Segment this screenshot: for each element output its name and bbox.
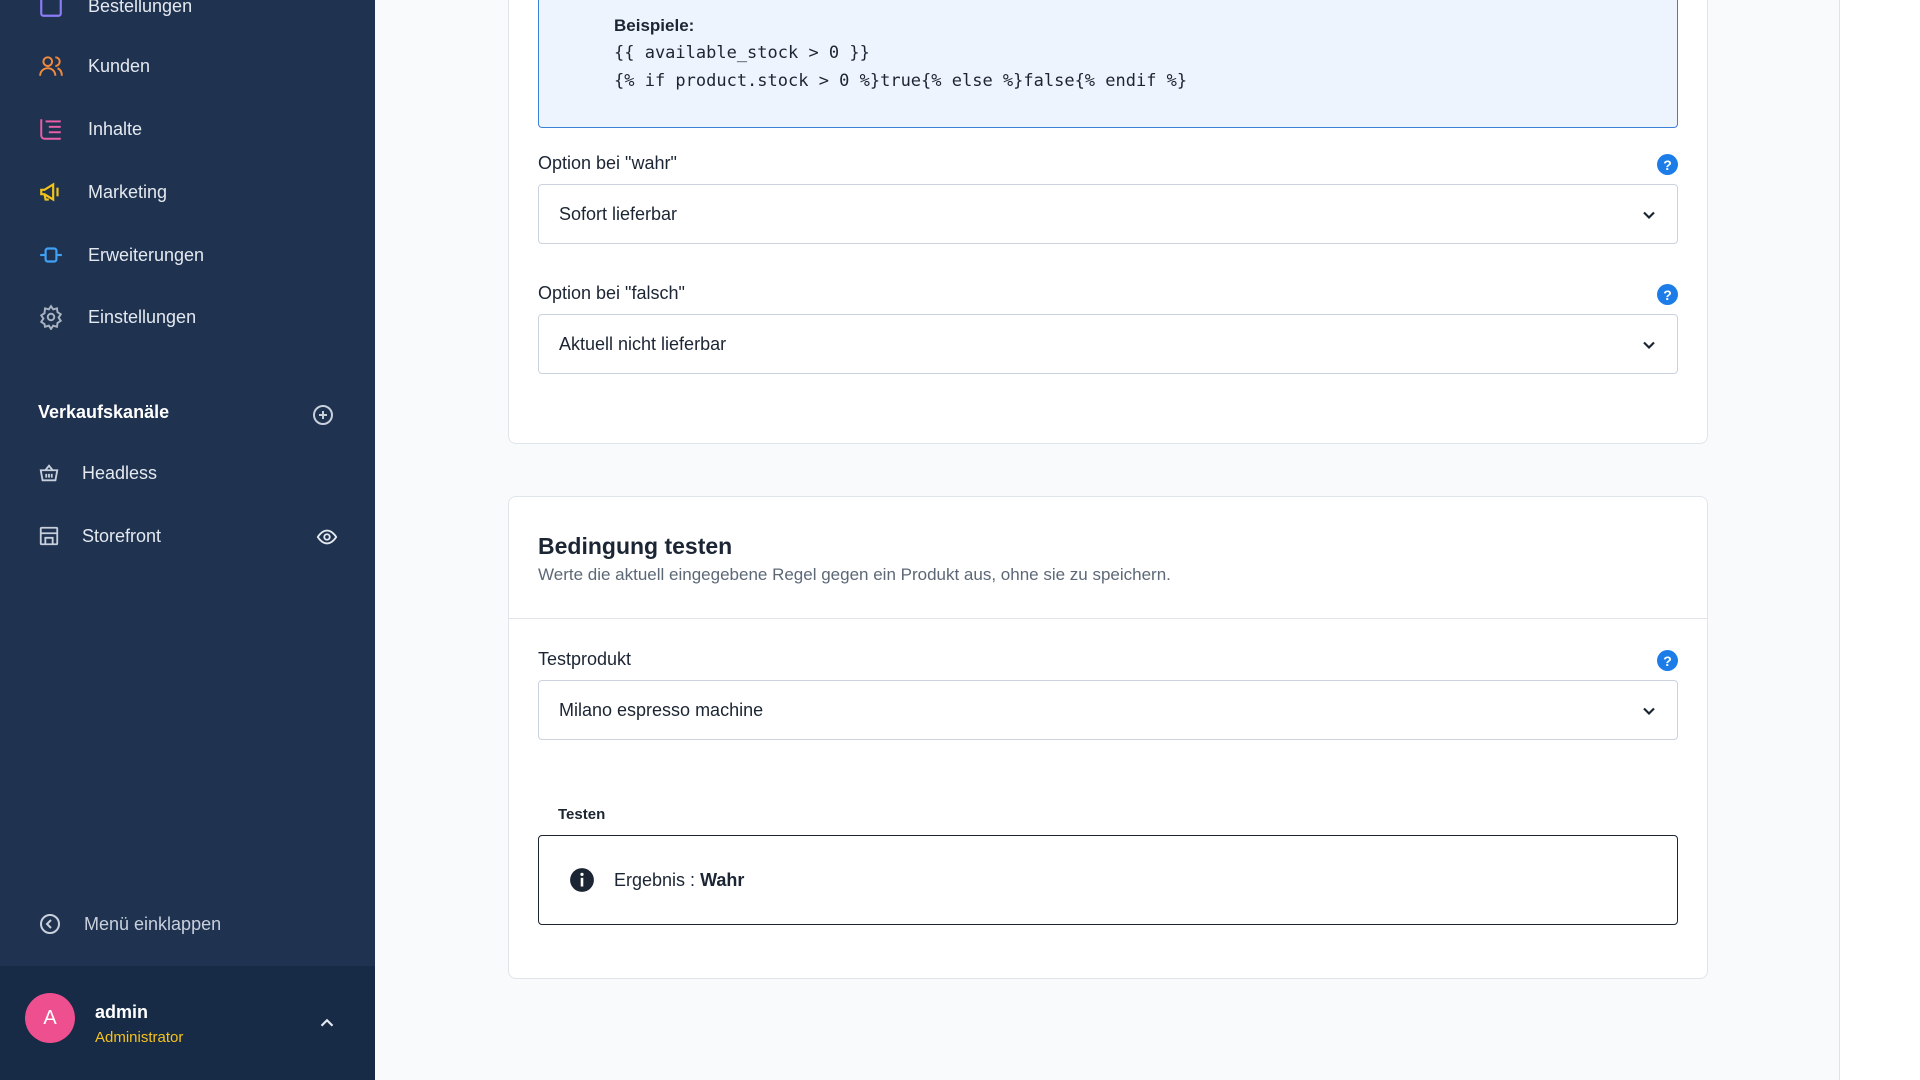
test-condition-card: Bedingung testen Werte die aktuell einge… bbox=[508, 496, 1708, 979]
sidebar-item-label: Erweiterungen bbox=[88, 244, 205, 265]
example-line: {% if product.stock > 0 %}true{% else %}… bbox=[614, 71, 1188, 91]
sidebar-item-extensions[interactable]: Erweiterungen bbox=[38, 235, 204, 275]
user-role: Administrator bbox=[95, 1029, 184, 1046]
option-true-value: Sofort lieferbar bbox=[559, 203, 678, 224]
content-icon bbox=[38, 116, 64, 142]
chevron-up-icon[interactable] bbox=[316, 1012, 338, 1034]
option-true-select[interactable]: Sofort lieferbar bbox=[538, 184, 1678, 244]
chevron-down-icon bbox=[1643, 211, 1655, 220]
sidebar-item-marketing[interactable]: Marketing bbox=[38, 172, 167, 212]
examples-box[interactable]: Beispiele: {{ available_stock > 0 }} {% … bbox=[538, 0, 1678, 128]
add-sales-channel-icon[interactable] bbox=[311, 403, 335, 427]
extensions-icon bbox=[38, 242, 64, 268]
chevron-left-circle-icon bbox=[38, 912, 62, 936]
divider bbox=[509, 618, 1707, 619]
result-value: Wahr bbox=[700, 870, 745, 890]
chevron-down-icon bbox=[1643, 341, 1655, 350]
help-icon[interactable]: ? bbox=[1657, 284, 1678, 305]
test-product-select[interactable]: Milano espresso machine bbox=[538, 680, 1678, 740]
test-result-text: Ergebnis : Wahr bbox=[614, 870, 744, 891]
storefront-icon bbox=[38, 525, 60, 547]
orders-icon bbox=[38, 0, 64, 19]
basket-icon bbox=[38, 462, 60, 484]
sidebar-item-content[interactable]: Inhalte bbox=[38, 109, 142, 149]
test-result-box: Ergebnis : Wahr bbox=[538, 835, 1678, 925]
sales-channel-label: Headless bbox=[82, 462, 158, 483]
example-line: {{ available_stock > 0 }} bbox=[614, 43, 870, 63]
sidebar-item-label: Inhalte bbox=[88, 118, 143, 139]
collapse-menu-button[interactable]: Menü einklappen bbox=[38, 908, 221, 940]
info-icon bbox=[570, 868, 594, 892]
sales-channel-label: Storefront bbox=[82, 525, 162, 546]
sidebar-item-label: Kunden bbox=[88, 55, 151, 76]
sidebar-item-settings[interactable]: Einstellungen bbox=[38, 297, 196, 337]
card-title: Bedingung testen bbox=[538, 533, 733, 559]
result-prefix: Ergebnis : bbox=[614, 870, 696, 890]
main-content: Beispiele: {{ available_stock > 0 }} {% … bbox=[375, 0, 1840, 1080]
help-icon[interactable]: ? bbox=[1657, 650, 1678, 671]
option-false-label: Option bei "falsch" bbox=[538, 283, 685, 303]
sidebar-item-orders[interactable]: Bestellungen bbox=[38, 0, 192, 26]
sidebar-item-customers[interactable]: Kunden bbox=[38, 46, 150, 86]
sidebar-item-label: Marketing bbox=[88, 181, 168, 202]
sales-channel-storefront[interactable]: Storefront bbox=[38, 518, 161, 554]
option-false-select[interactable]: Aktuell nicht lieferbar bbox=[538, 314, 1678, 374]
eye-icon[interactable] bbox=[316, 526, 338, 548]
avatar: A bbox=[25, 993, 75, 1043]
test-product-label: Testprodukt bbox=[538, 649, 632, 669]
chevron-down-icon bbox=[1643, 707, 1655, 716]
marketing-icon bbox=[38, 179, 64, 205]
help-icon[interactable]: ? bbox=[1657, 154, 1678, 175]
customers-icon bbox=[38, 53, 64, 79]
test-label: Testen bbox=[558, 806, 606, 823]
examples-title: Beispiele: bbox=[614, 16, 695, 35]
user-bar[interactable]: A admin Administrator bbox=[0, 966, 375, 1080]
sales-channels-title: Verkaufskanäle bbox=[38, 402, 170, 422]
settings-icon bbox=[38, 304, 64, 330]
sidebar-item-label: Einstellungen bbox=[88, 306, 197, 327]
card-subtitle: Werte die aktuell eingegebene Regel gege… bbox=[538, 565, 1171, 584]
option-false-value: Aktuell nicht lieferbar bbox=[559, 333, 727, 354]
sidebar-item-label: Bestellungen bbox=[88, 0, 193, 16]
sales-channel-headless[interactable]: Headless bbox=[38, 455, 157, 491]
user-name: admin bbox=[95, 1002, 149, 1022]
collapse-menu-label: Menü einklappen bbox=[84, 913, 222, 934]
option-true-label: Option bei "wahr" bbox=[538, 153, 677, 173]
rule-card: Beispiele: {{ available_stock > 0 }} {% … bbox=[508, 0, 1708, 444]
test-product-value: Milano espresso machine bbox=[559, 699, 764, 720]
sidebar: Bestellungen Kunden Inhalte Marketing Er… bbox=[0, 0, 375, 1080]
